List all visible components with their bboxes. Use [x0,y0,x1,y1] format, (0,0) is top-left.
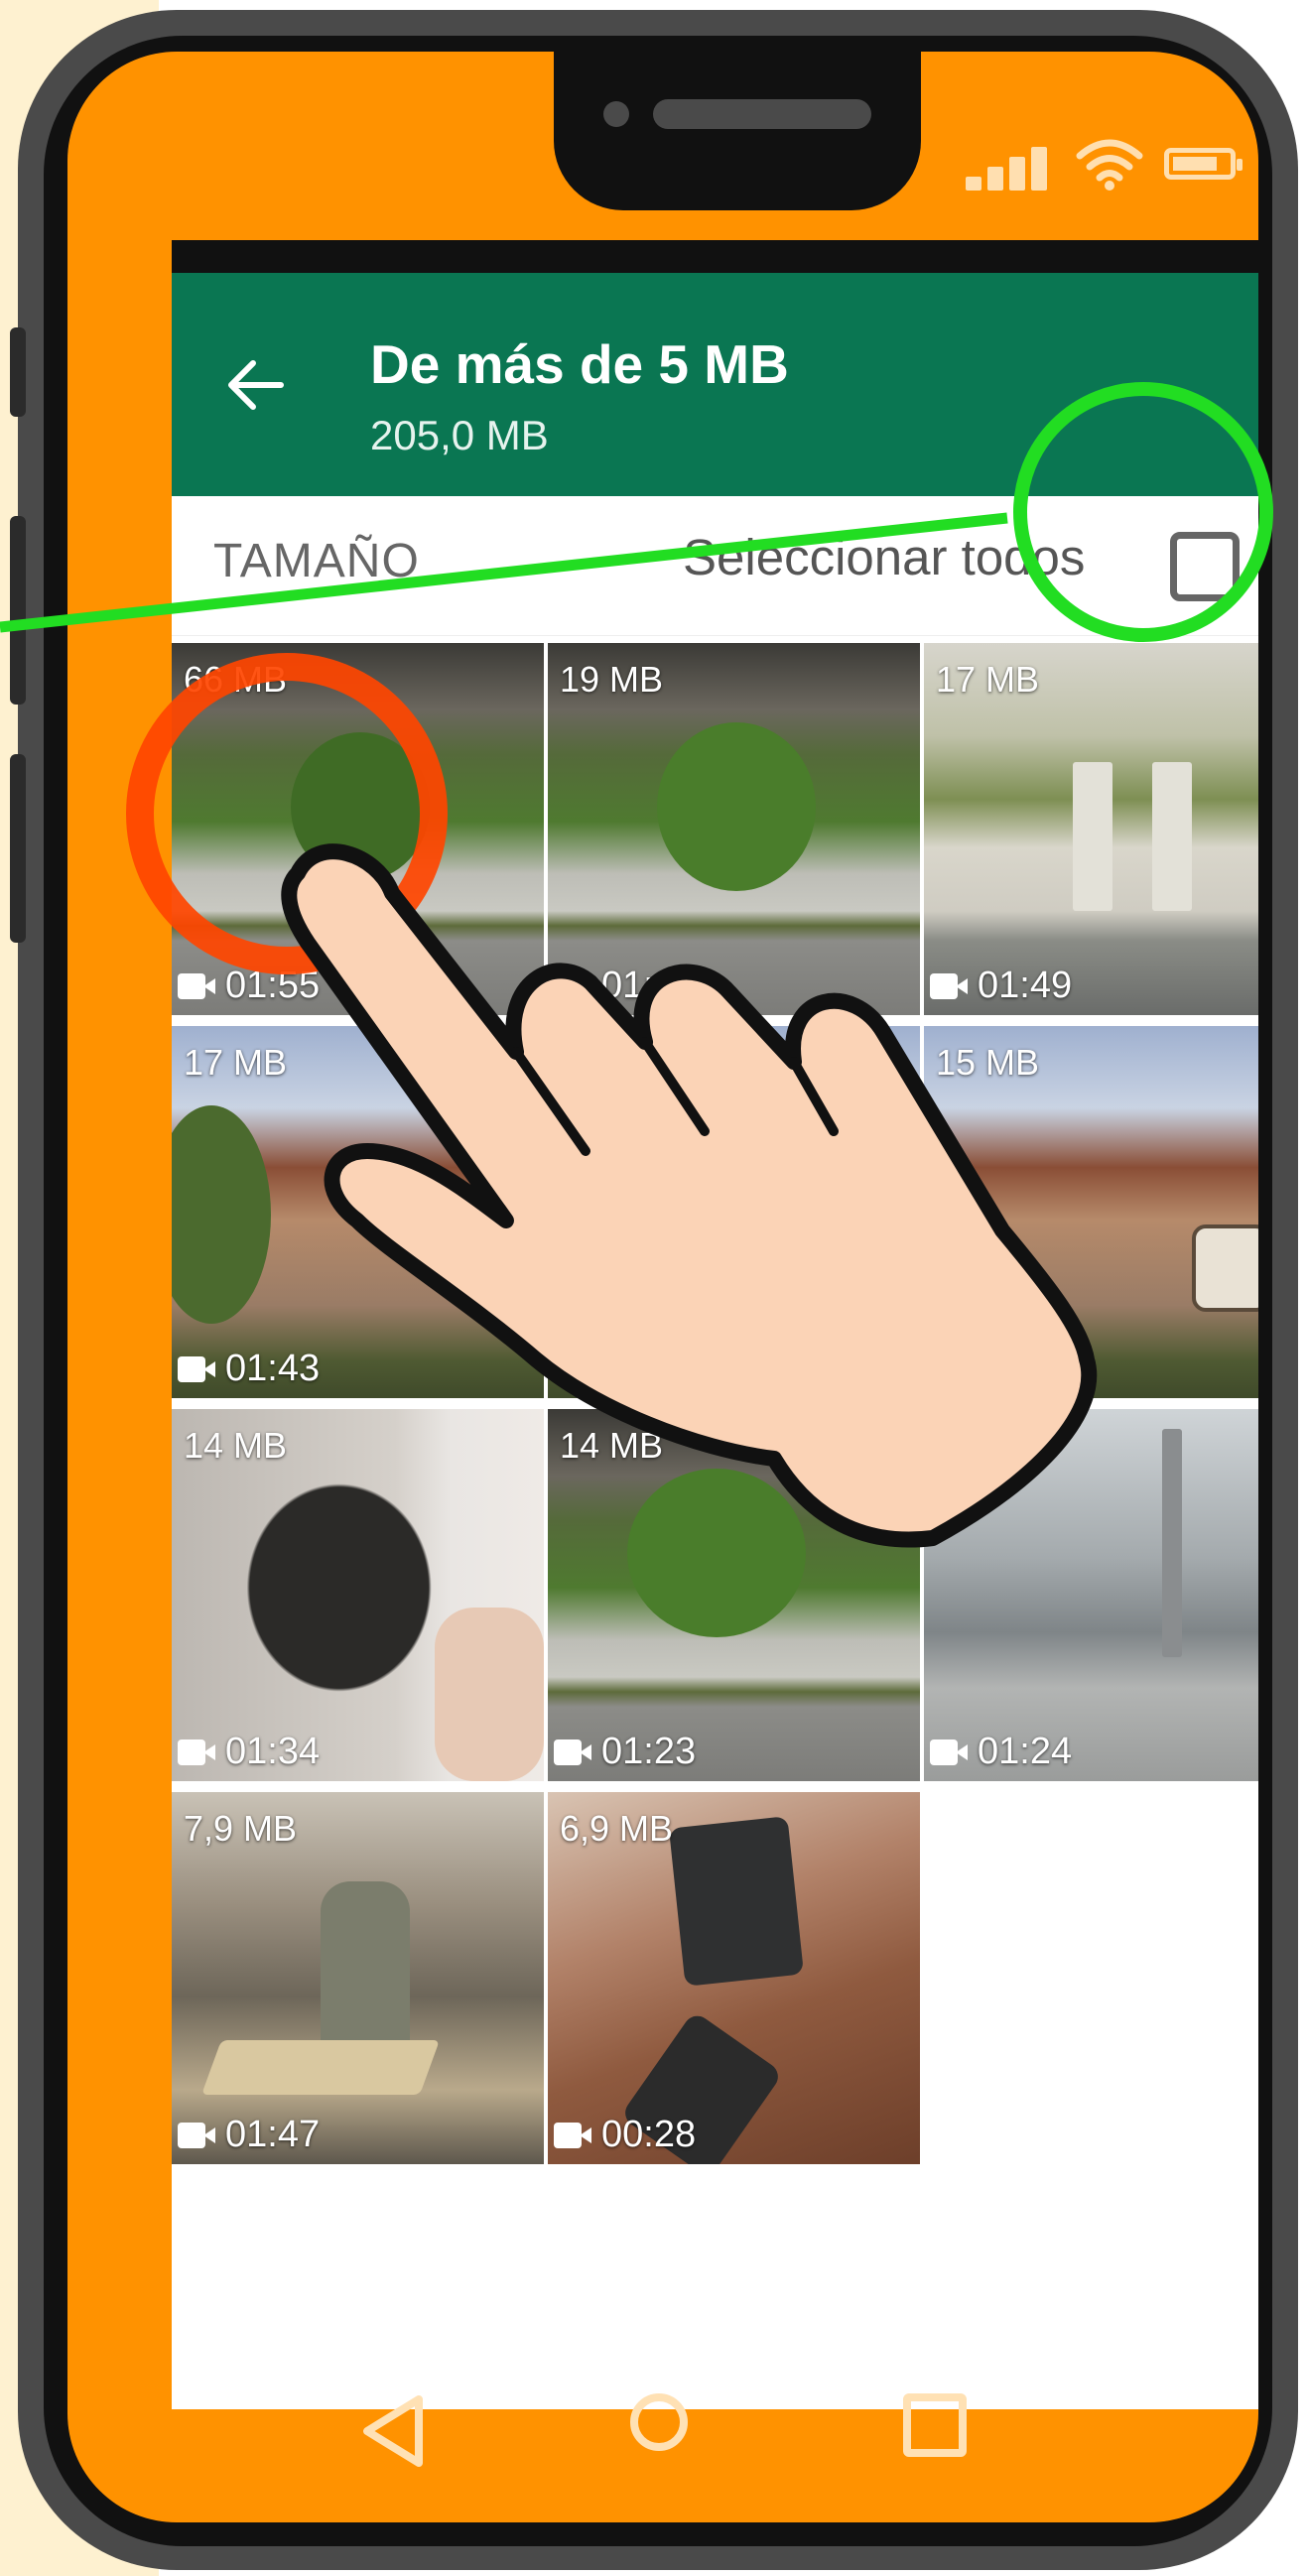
video-size: 14 MB [560,1425,664,1466]
toolbar: TAMAÑO Seleccionar todos [172,496,1258,636]
video-tile[interactable]: 15 MB [924,1026,1258,1398]
video-tile[interactable]: 14 MB 01:34 [172,1409,544,1781]
video-camera-icon [178,2122,217,2148]
battery-icon [1164,148,1243,180]
video-camera-icon [930,1739,970,1765]
video-size: 14 MB [184,1425,288,1466]
video-tile[interactable]: 19 MB 01:23 [548,643,920,1015]
video-size: 7,9 MB [184,1808,298,1849]
video-duration: 01:47 [225,2114,321,2155]
video-size: 15 MB [936,1042,1040,1083]
video-duration: 01:34 [225,1731,321,1772]
page-title: De más de 5 MB [370,333,789,395]
video-camera-icon [178,1739,217,1765]
status-icons [966,136,1253,191]
video-duration: 01:43 [225,1348,321,1389]
system-nav-bar [357,2372,1032,2481]
volume-up-button [10,516,26,705]
video-tile[interactable]: 66 MB 01:55 [172,643,544,1015]
video-camera-icon [554,972,593,999]
video-duration: 01:55 [225,965,321,1006]
video-camera-icon [930,972,970,999]
video-tile[interactable]: 6,9 MB 00:28 [548,1792,920,2164]
video-tile[interactable]: 14 MB 01:23 [548,1409,920,1781]
video-camera-icon [554,2122,593,2148]
back-arrow-icon[interactable] [221,350,291,420]
video-duration: 01:49 [978,965,1073,1006]
select-all-label[interactable]: Seleccionar todos [683,528,1085,586]
nav-back-icon[interactable] [357,2391,427,2471]
phone-screen: De más de 5 MB 205,0 MB TAMAÑO Seleccion… [172,240,1258,2409]
nav-home-icon[interactable] [630,2393,688,2451]
select-all-checkbox[interactable] [1170,532,1240,601]
video-duration: 01:23 [601,965,697,1006]
sort-by-size-button[interactable]: TAMAÑO [213,534,420,588]
status-bar [172,240,1258,273]
nav-recents-icon[interactable] [903,2393,967,2457]
video-duration: 01:24 [978,1731,1073,1772]
video-camera-icon [554,1739,593,1765]
notch [554,52,921,210]
video-tile[interactable]: 17 MB 01:43 [172,1026,544,1398]
phone-body: De más de 5 MB 205,0 MB TAMAÑO Seleccion… [67,52,1258,2522]
app-bar: De más de 5 MB 205,0 MB [172,273,1258,496]
wifi-icon [1076,139,1143,191]
camera-icon [603,101,629,127]
video-duration: 01:23 [601,1731,697,1772]
video-camera-icon [178,972,217,999]
side-button-top [10,327,26,417]
video-size: 66 MB [184,659,288,700]
video-size: 17 MB [936,659,1040,700]
video-size: 6,9 MB [560,1808,674,1849]
total-size: 205,0 MB [370,412,549,458]
video-tile[interactable]: 17 MB 01:49 [924,643,1258,1015]
video-tile[interactable] [548,1026,920,1398]
speaker-grille [653,99,871,129]
video-size: 19 MB [560,659,664,700]
video-camera-icon [178,1355,217,1382]
video-duration: 00:28 [601,2114,697,2155]
video-size: 17 MB [184,1042,288,1083]
video-tile[interactable]: 01:24 [924,1409,1258,1781]
volume-down-button [10,754,26,943]
video-tile[interactable]: 7,9 MB 01:47 [172,1792,544,2164]
